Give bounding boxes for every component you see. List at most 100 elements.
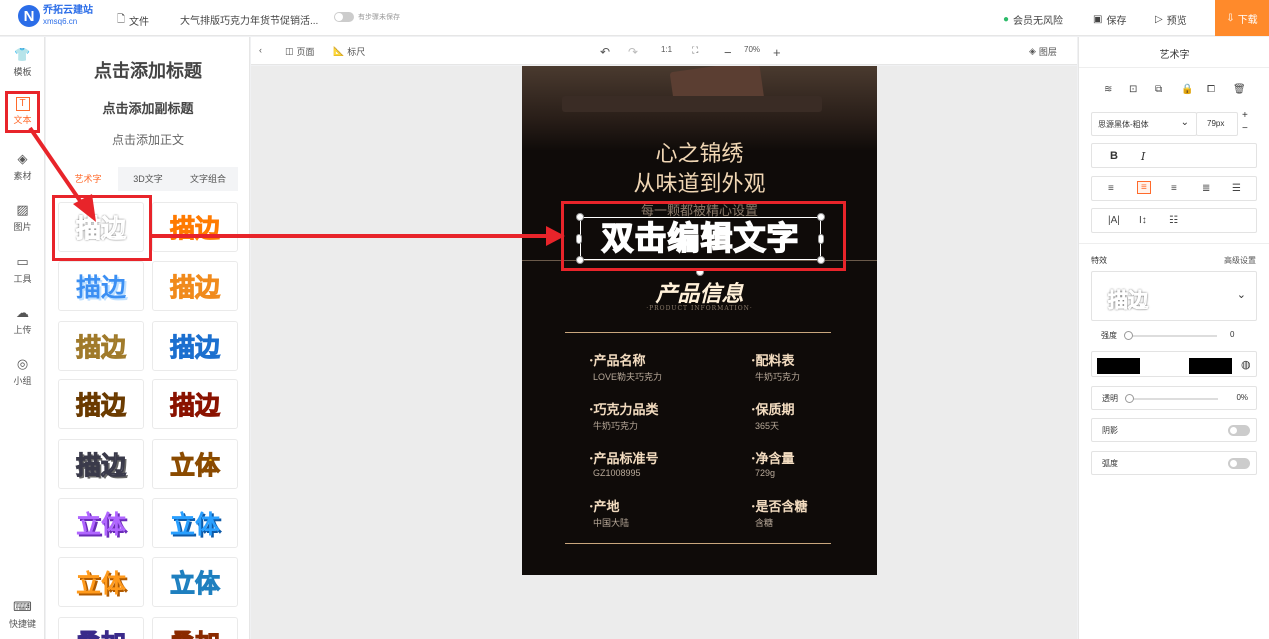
info-label[interactable]: ·巧克力品类 [589, 399, 659, 418]
download-button[interactable]: ⇩ 下载 [1215, 0, 1269, 36]
italic-button[interactable]: I [1141, 150, 1145, 163]
info-value[interactable]: 729g [755, 468, 775, 478]
add-body-button[interactable]: 点击添加正文 [46, 131, 249, 148]
info-value[interactable]: LOVE勒夫巧克力 [593, 370, 662, 383]
sidebar-item-group[interactable]: ◎ 小组 [0, 356, 45, 387]
info-label[interactable]: ·是否含糖 [751, 496, 808, 515]
crop-icon[interactable]: ⊡ [1129, 84, 1137, 95]
style-swatch[interactable]: 叠加 [152, 617, 238, 639]
zoom-in-button[interactable]: + [773, 45, 781, 60]
strength-knob[interactable] [1124, 331, 1133, 340]
sidebar-item-tools[interactable]: ▭ 工具 [0, 254, 45, 285]
style-swatch[interactable]: 描边 [58, 321, 144, 371]
sidebar-item-template[interactable]: 👕 模板 [0, 47, 45, 78]
file-menu[interactable]: 🗋 文件 [117, 12, 149, 29]
align-center-icon[interactable]: ≡ [1137, 181, 1151, 194]
info-value[interactable]: 365天 [755, 419, 779, 432]
justify-all-icon[interactable]: ☰ [1232, 183, 1241, 194]
align-left-icon[interactable]: ≡ [1108, 183, 1114, 194]
document-title[interactable]: 大气排版巧克力年货节促销活... [180, 12, 318, 27]
info-label[interactable]: ·保质期 [751, 399, 795, 418]
fill-color-swatch[interactable] [1097, 358, 1140, 374]
poster-headline-1[interactable]: 心之锦绣 [522, 136, 877, 168]
save-button[interactable]: ▣ 保存 [1093, 12, 1126, 27]
align-icon[interactable]: ≋ [1104, 84, 1112, 95]
font-size-value: 79px [1207, 119, 1225, 128]
preview-button[interactable]: ▷ 预览 [1155, 12, 1187, 27]
add-title-button[interactable]: 点击添加标题 [46, 57, 249, 83]
redo-button[interactable]: ↷ [628, 45, 638, 59]
add-subtitle-button[interactable]: 点击添加副标题 [46, 98, 249, 117]
info-value[interactable]: 中国大陆 [593, 516, 629, 529]
font-size-decrease[interactable]: − [1242, 123, 1248, 134]
style-swatch[interactable]: 立体 [152, 498, 238, 548]
font-family-select[interactable]: 思源黑体-粗体 ⌄ [1091, 112, 1197, 136]
effect-select[interactable]: 描边 ⌄ [1091, 271, 1257, 321]
advanced-settings-link[interactable]: 高级设置 [1224, 255, 1256, 266]
autosave-switch[interactable] [334, 12, 354, 22]
info-label[interactable]: ·产地 [589, 496, 620, 515]
info-value[interactable]: 牛奶巧克力 [593, 419, 638, 432]
sidebar-item-image[interactable]: ▨ 图片 [0, 202, 45, 233]
tab-text-combo[interactable]: 文字组合 [178, 167, 238, 191]
style-swatch[interactable]: 描边 [58, 261, 144, 311]
style-swatch[interactable]: 描边 [152, 379, 238, 429]
info-value[interactable]: 含糖 [755, 516, 773, 529]
bold-button[interactable]: B [1110, 150, 1118, 162]
collapse-panel-button[interactable]: ‹ [259, 45, 262, 55]
info-label[interactable]: ·净含量 [751, 448, 795, 467]
trash-icon[interactable]: 🗑 [1233, 84, 1246, 95]
zoom-out-button[interactable]: − [724, 45, 732, 60]
strength-slider[interactable] [1127, 335, 1217, 337]
info-label[interactable]: ·产品标准号 [589, 448, 659, 467]
tab-3d-text[interactable]: 3D文字 [118, 167, 178, 191]
undo-button[interactable]: ↶ [600, 45, 610, 59]
sidebar-item-upload[interactable]: ☁ 上传 [0, 305, 45, 336]
style-swatch[interactable]: 立体 [58, 498, 144, 548]
style-swatch[interactable]: 描边 [152, 321, 238, 371]
style-swatch[interactable]: 立体 [152, 439, 238, 489]
style-swatch[interactable]: 立体 [152, 557, 238, 607]
style-swatch[interactable]: 描边 [58, 379, 144, 429]
line-height-icon[interactable]: I↕ [1139, 215, 1147, 226]
palette-icon[interactable]: ◍ [1241, 358, 1251, 371]
layers-button[interactable]: ◈ 图层 [1029, 45, 1057, 58]
letter-spacing-icon[interactable]: |A| [1108, 215, 1120, 226]
justify-icon[interactable]: ≣ [1202, 183, 1210, 194]
opacity-slider[interactable] [1128, 398, 1218, 400]
font-size-increase[interactable]: + [1242, 110, 1248, 121]
list-icon[interactable]: ☷ [1169, 215, 1178, 226]
section-subtitle[interactable]: ·PRODUCT INFORMATION· [522, 305, 877, 312]
style-swatch[interactable]: 描边 [152, 202, 238, 252]
shadow-toggle[interactable] [1228, 425, 1250, 436]
font-size-input[interactable]: 79px [1196, 112, 1238, 136]
tab-art-text[interactable]: 艺术字 [58, 167, 118, 191]
info-value[interactable]: 牛奶巧克力 [755, 370, 800, 383]
ruler-button[interactable]: 📐 标尺 [333, 45, 365, 58]
member-badge[interactable]: ● 会员无风险 [1003, 12, 1063, 27]
fit-button[interactable]: ⛶ [692, 45, 698, 56]
duplicate-icon[interactable]: ⧠ [1207, 84, 1215, 95]
arc-toggle[interactable] [1228, 458, 1250, 469]
lock-icon[interactable]: 🔒 [1181, 84, 1193, 95]
info-label[interactable]: ·配料表 [751, 350, 795, 369]
style-swatch[interactable]: 描边 [152, 261, 238, 311]
logo[interactable]: N 乔拓云建站 xmsq6.cn [18, 5, 93, 27]
align-right-icon[interactable]: ≡ [1171, 183, 1177, 194]
section-title[interactable]: 产品信息 [522, 276, 877, 308]
style-swatch[interactable]: 描边 [58, 439, 144, 489]
flip-icon[interactable]: ⧉ [1155, 84, 1162, 95]
info-label[interactable]: ·产品名称 [589, 350, 646, 369]
style-swatch[interactable]: 叠加 [58, 617, 144, 639]
ratio-button[interactable]: 1:1 [661, 45, 672, 54]
sidebar-item-material[interactable]: ◈ 素材 [0, 151, 45, 182]
shortcut-button[interactable]: ⌨ 快捷键 [0, 599, 45, 630]
page-button[interactable]: ◫ 页面 [285, 45, 315, 58]
poster-headline-2[interactable]: 从味道到外观 [522, 166, 877, 198]
poster-canvas[interactable]: 心之锦绣 从味道到外观 每一颗都被精心设置 产品信息 ·PRODUCT INFO… [522, 66, 877, 575]
autosave-toggle[interactable]: 有步骤未保存 [334, 12, 400, 22]
info-value[interactable]: GZ1008995 [593, 468, 641, 478]
opacity-knob[interactable] [1125, 394, 1134, 403]
stroke-color-swatch[interactable] [1189, 358, 1232, 374]
style-swatch[interactable]: 立体 [58, 557, 144, 607]
